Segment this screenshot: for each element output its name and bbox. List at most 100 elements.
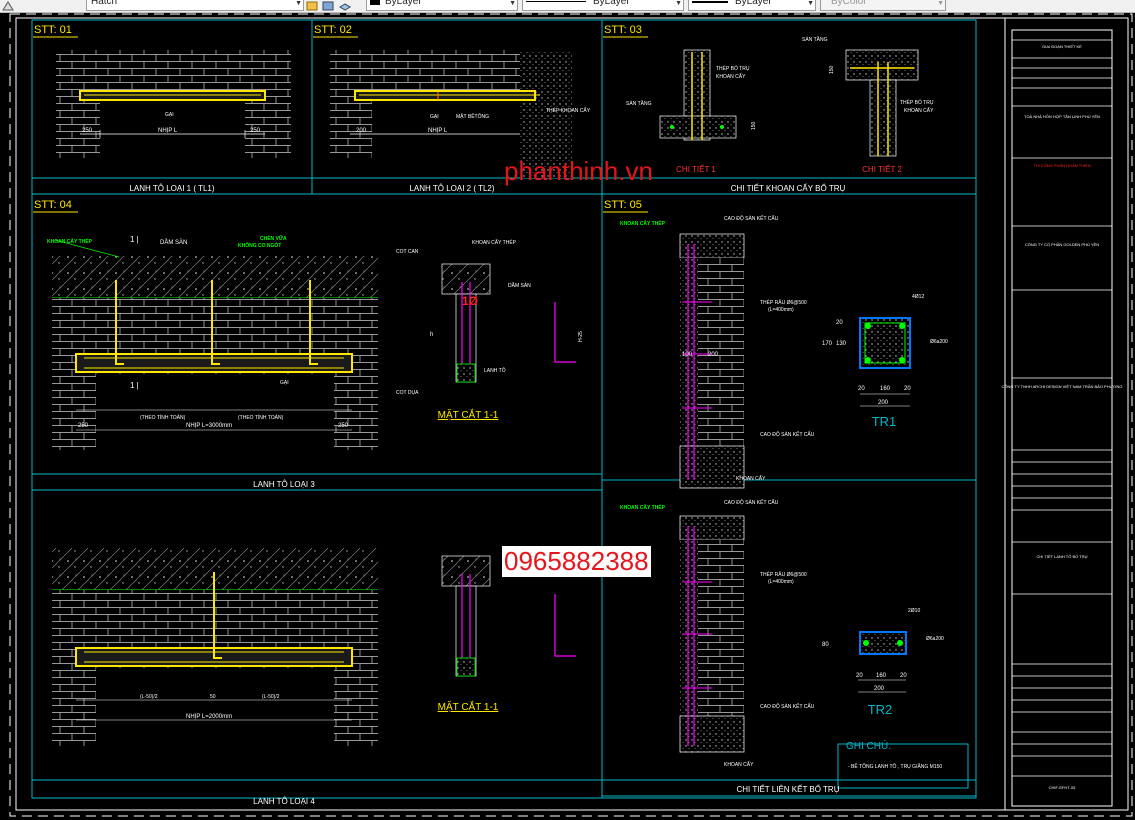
watermark-site: phanthinh.vn — [504, 156, 653, 186]
p3-caption: CHI TIẾT KHOAN CẤY BỔ TRỤ — [731, 183, 846, 193]
color-dropdown[interactable]: ByLayer ▼ — [366, 0, 518, 11]
lineweight-dropdown-value: ByLayer — [735, 0, 772, 7]
tr2-dim-0: 20 — [856, 673, 863, 679]
tr1-vdim-0: 20 — [836, 320, 843, 326]
tr1-main-bars: 4Ø12 — [912, 294, 924, 300]
p5-label-tie: THÉP RÂU Ø6@500 — [760, 299, 807, 306]
p4-cut-label-top: COT CAN — [396, 249, 419, 255]
properties-icon[interactable] — [322, 0, 334, 11]
p3-label-drill2: KHOAN CẤY — [904, 107, 934, 114]
p2-label-gai: GẠI — [430, 114, 439, 120]
p4-dim-250b: 250 — [338, 423, 349, 429]
p4-cut-label-beam: DẦM SÀN — [508, 282, 531, 289]
tb-sheet-number: CHIF-EFHT-05 — [1049, 785, 1076, 790]
lineweight-dropdown[interactable]: ByLayer ▼ — [688, 0, 816, 11]
title-block: GIAI ĐOẠN THIẾT KẾ TOÀ NHÀ HỖN HỢP TÂN L… — [1002, 29, 1122, 807]
lineweight-preview — [692, 1, 728, 3]
tr2-dim-1: 160 — [876, 673, 887, 679]
p5-label-drill2: KHOAN CẤY — [736, 475, 766, 482]
p6-dim-50: 50 — [210, 694, 216, 700]
panel-column-connection: KHOAN CẤY THÉP CAO ĐỘ SÀN KẾT CẤU THÉP R… — [620, 215, 969, 794]
p4-cut-dim-h: h — [430, 332, 433, 338]
p3-label-drill1: KHOAN CẤY — [716, 73, 746, 80]
p6-dim-span: NHỊP L=2000mm — [186, 714, 232, 720]
chevron-down-icon: ▼ — [509, 0, 516, 7]
layer-icon[interactable] — [339, 0, 351, 11]
plotstyle-dropdown[interactable]: ByColor ▼ — [820, 0, 946, 11]
panel-lintel-type4: (L-50)/2 (L-50)/2 50 NHỊP L=2000mm MẶT C… — [52, 548, 576, 806]
linetype-dropdown[interactable]: ByLayer ▼ — [522, 0, 684, 11]
tr1-vdim-2: 170 — [822, 341, 833, 347]
p6-section-title: MẶT CẮT 1-1 — [438, 700, 499, 713]
stt-label-02: STT: 02 — [314, 24, 352, 36]
color-dropdown-value: ByLayer — [385, 0, 422, 7]
tr1-vdim-1: 130 — [836, 341, 847, 347]
p2-dim-left: 200 — [356, 128, 367, 134]
tr1-dim-3: 200 — [878, 400, 889, 406]
p3-label-rebar2: THÉP BỔ TRỤ — [900, 99, 934, 106]
tr1-dim-2: 20 — [904, 386, 911, 392]
p4-dim-calc2: (THEO TÍNH TOÁN) — [238, 414, 284, 421]
p5-label-drill-b: KHOAN CẤY THÉP — [620, 503, 666, 511]
p3-detail2-title: CHI TIẾT 2 — [862, 164, 902, 174]
p1-dim-left: 250 — [82, 128, 93, 134]
panel-drill-detail: THÉP BỔ TRỤ KHOAN CẤY SÀN TẦNG 150 CHI T… — [626, 36, 934, 193]
p4-dim-h25: H-25 — [578, 331, 584, 342]
p4-label-grout: CHÈN VỮA — [260, 234, 287, 242]
p1-dim-span: NHỊP L — [158, 128, 178, 134]
p5-label-length: (L=400mm) — [768, 307, 794, 313]
p3-detail1-title: CHI TIẾT 1 — [676, 164, 716, 174]
p5-dim-200: 200 — [708, 352, 719, 358]
p4-label-beam: DẦM SÀN — [160, 239, 187, 246]
p1-dim-right: 250 — [250, 128, 261, 134]
p6-caption: LANH TÔ LOẠI 4 — [253, 797, 315, 806]
p3-dim-b: 150 — [829, 65, 835, 74]
p4-dim-span: NHỊP L=3000mm — [186, 423, 232, 429]
tb-header: GIAI ĐOẠN THIẾT KẾ — [1042, 44, 1082, 49]
p1-label: GẠI — [165, 112, 174, 118]
drawing-canvas[interactable]: STT: 01 STT: 02 STT: 03 STT: 04 STT: 05 … — [0, 12, 1135, 820]
tr2-dim-3: 200 — [874, 686, 885, 692]
p5-label-level1: CAO ĐỘ SÀN KẾT CẤU — [724, 215, 779, 222]
tb-owner: CÔNG TY CỔ PHẦN GOLDEN PHÚ YÊN — [1025, 242, 1099, 247]
tr2-main-bars: 2Ø10 — [908, 608, 920, 614]
stt-label-03: STT: 03 — [604, 24, 642, 36]
p5-label-level2: CAO ĐỘ SÀN KẾT CẤU — [760, 431, 815, 438]
stt-label-04: STT: 04 — [34, 199, 72, 211]
p2-label-rebar: THÉP KHOAN CẤY — [546, 107, 591, 114]
match-properties-icon[interactable] — [306, 0, 318, 11]
linetype-dropdown-value: ByLayer — [593, 0, 630, 7]
p4-section-title: MẶT CẮT 1-1 — [438, 408, 499, 421]
tb-project: TOÀ NHÀ HỖN HỢP TÂN LINH PHÚ YÊN — [1024, 114, 1100, 119]
watermark-phone: 0965882388 — [502, 546, 651, 577]
p4-cut-label-lintel: LANH TÔ — [484, 367, 506, 374]
p5-label-drill2-b: KHOAN CẤY — [724, 761, 754, 768]
p4-label-gai: GẠI — [280, 380, 289, 386]
stt-label-05: STT: 05 — [604, 199, 642, 211]
hatch-dropdown[interactable]: Hatch ▼ — [86, 0, 304, 11]
plotstyle-dropdown-value: ByColor — [831, 0, 867, 7]
color-swatch — [370, 0, 380, 5]
p2-caption: LANH TÔ LOẠI 2 ( TL2) — [409, 184, 494, 193]
tr1-title: TR1 — [872, 414, 897, 429]
hatch-icon[interactable] — [2, 0, 14, 11]
notes-line1: - BÊ TÔNG LANH TÔ , TRỤ GIẰNG M150 — [848, 762, 942, 770]
p1-caption: LANH TÔ LOẠI 1 ( TL1) — [129, 184, 214, 193]
chevron-down-icon: ▼ — [937, 0, 944, 7]
p5-label-length-b: (L=400mm) — [768, 579, 794, 585]
p4-section-tag-top: 1 | — [130, 235, 139, 244]
panel-lintel-type3: KHOAN CẤY THÉP DẦM SÀN CHÈN VỮA KHÔNG CO… — [47, 234, 584, 489]
p3-label-slab2: SÀN TẦNG — [802, 36, 828, 43]
p5-caption: CHI TIẾT LIÊN KẾT BỔ TRỤ — [737, 784, 840, 794]
p5-label-drill: KHOAN CẤY THÉP — [620, 219, 666, 227]
hatch-dropdown-value: Hatch — [91, 0, 118, 7]
chevron-down-icon: ▼ — [807, 0, 814, 7]
chevron-down-icon: ▼ — [295, 0, 302, 7]
tr1-dim-0: 20 — [858, 386, 865, 392]
tr2-stirrup: Ø6a200 — [926, 636, 944, 642]
p4-dim-250a: 250 — [78, 423, 89, 429]
notes-title: GHI CHÚ: — [846, 739, 891, 752]
p4-label-drill: KHOAN CẤY THÉP — [47, 237, 93, 245]
p6-dim-half2: (L-50)/2 — [262, 694, 280, 700]
p5-dim-100: 100 — [682, 352, 693, 358]
